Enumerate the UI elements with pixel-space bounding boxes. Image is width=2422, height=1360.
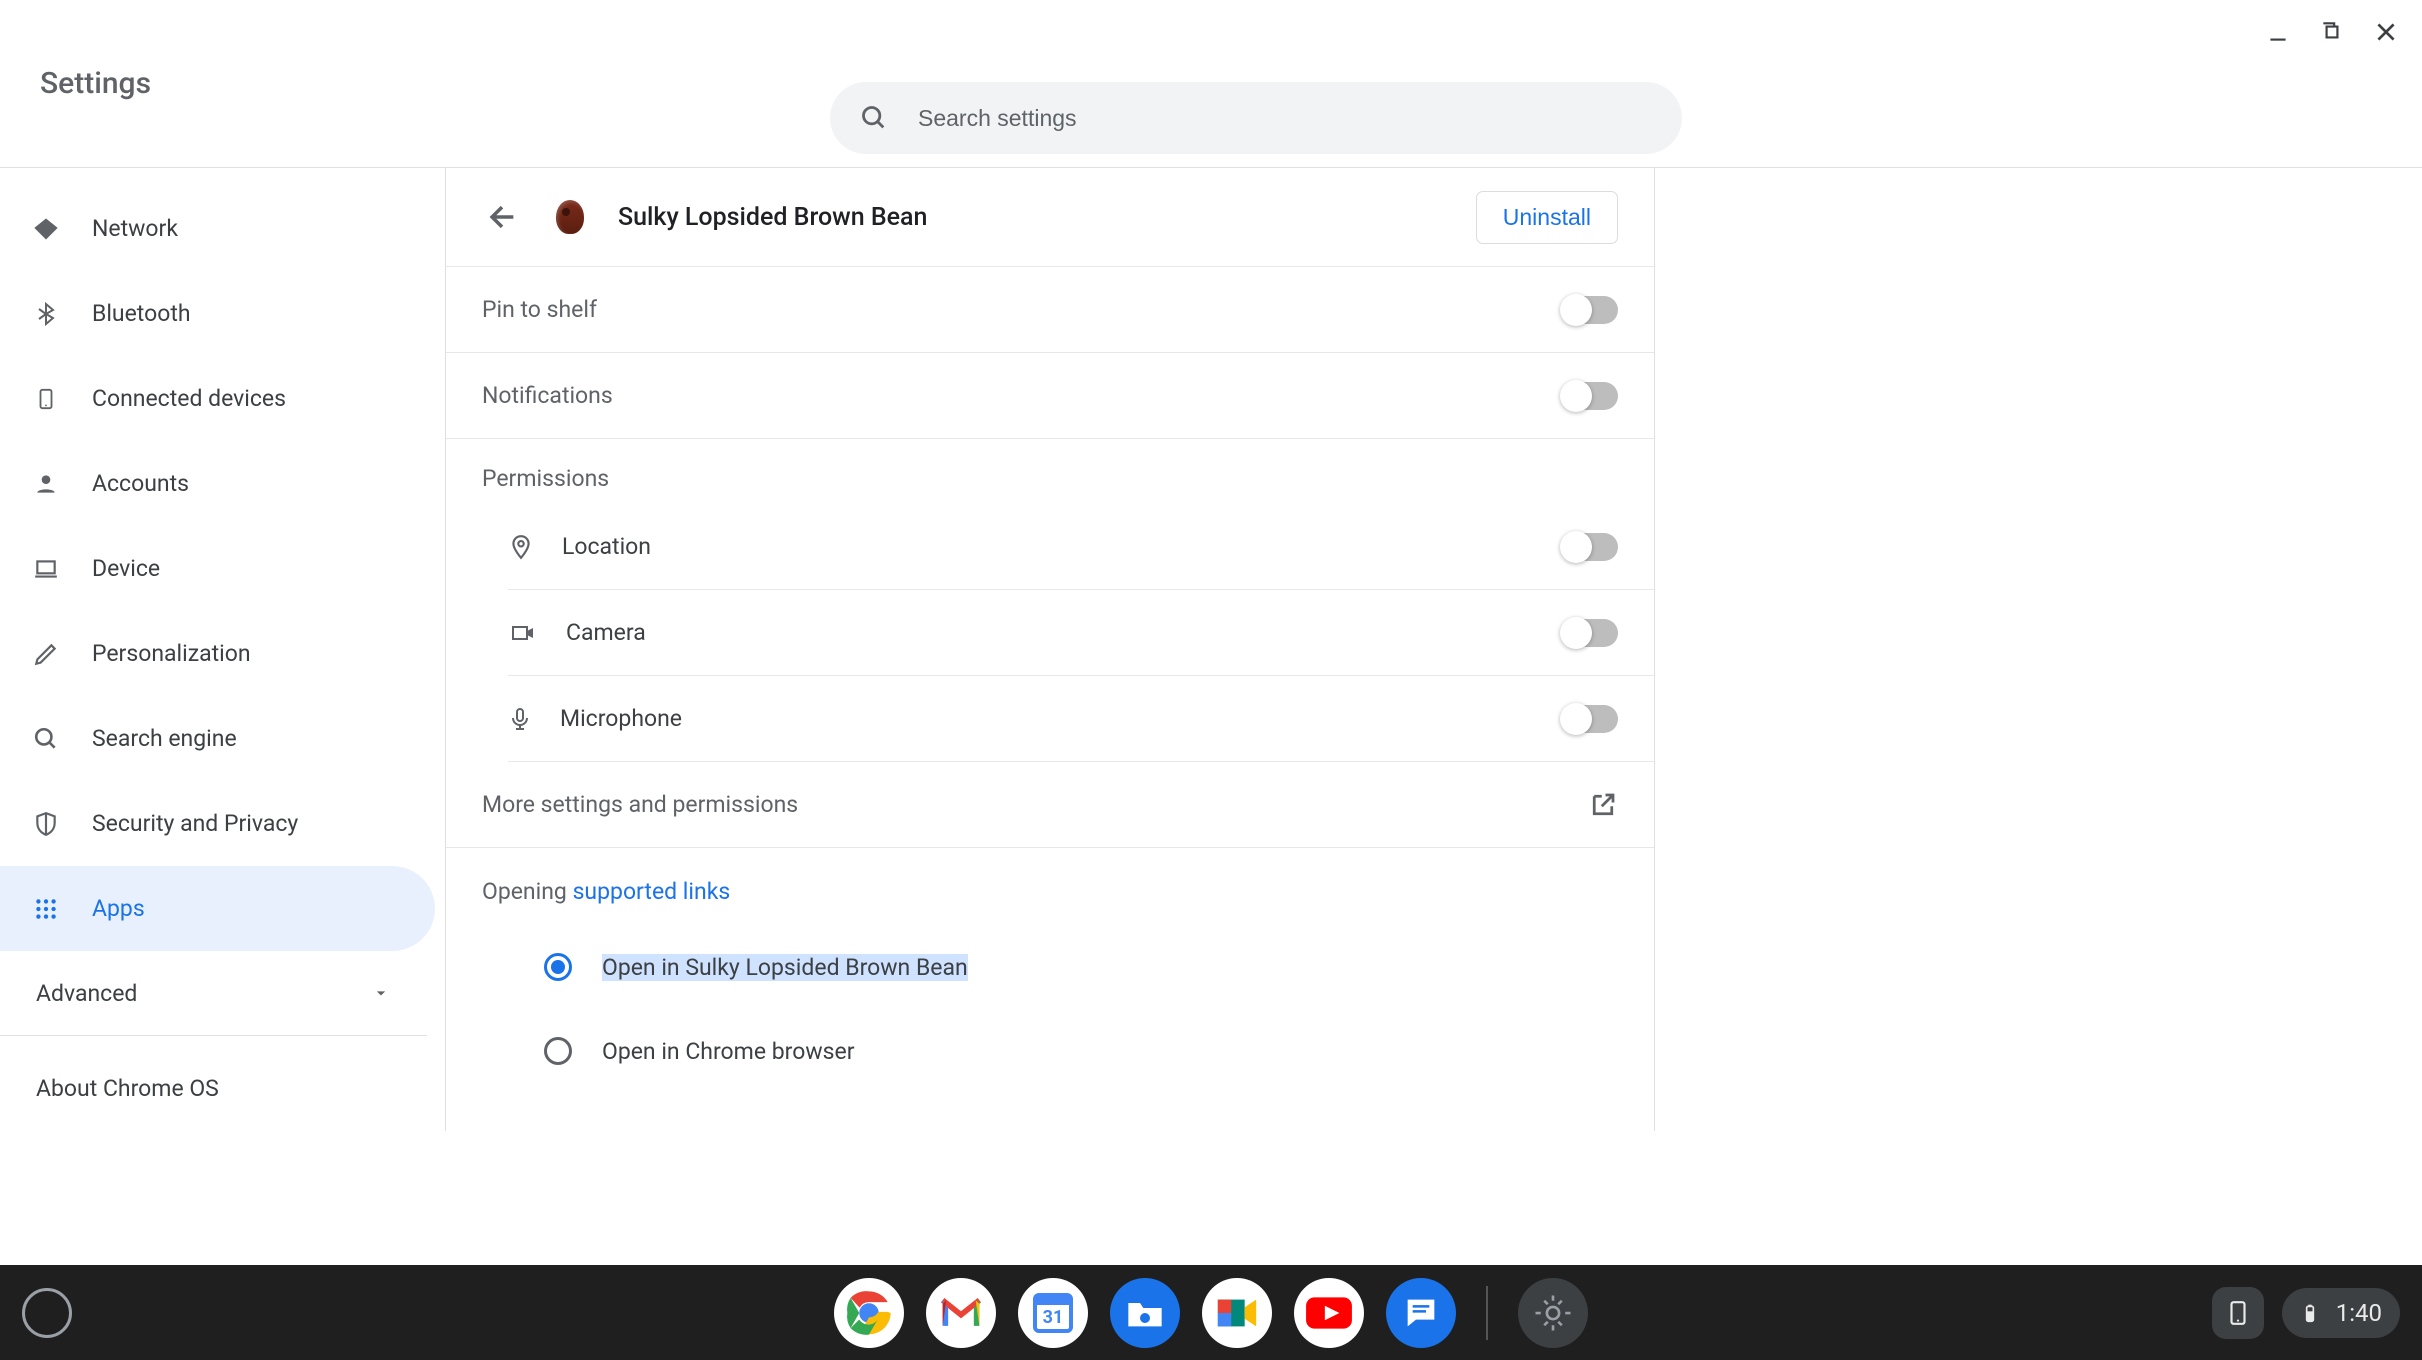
notifications-label: Notifications <box>482 382 613 409</box>
shield-icon <box>32 810 60 838</box>
chrome-os-shelf: 31 <box>0 1265 2422 1360</box>
sidebar-item-label: Network <box>92 215 178 242</box>
bluetooth-icon <box>32 300 60 328</box>
camera-icon <box>508 621 538 645</box>
app-detail-panel: Sulky Lopsided Brown Bean Uninstall Pin … <box>445 168 1655 1131</box>
shelf-app-chrome[interactable] <box>834 1278 904 1348</box>
tray-phone-hub[interactable] <box>2212 1287 2264 1339</box>
sidebar-item-label: Security and Privacy <box>92 810 298 837</box>
radio-button-icon <box>544 953 572 981</box>
sidebar-about-chrome-os[interactable]: About Chrome OS <box>0 1046 445 1131</box>
supported-links-link[interactable]: supported links <box>573 878 731 905</box>
sidebar-item-label: Search engine <box>92 725 237 752</box>
shelf-app-files[interactable] <box>1110 1278 1180 1348</box>
chevron-down-icon <box>371 983 391 1003</box>
uninstall-button[interactable]: Uninstall <box>1476 191 1618 244</box>
permission-camera-label: Camera <box>566 619 646 646</box>
radio-open-in-chrome-label: Open in Chrome browser <box>602 1038 854 1065</box>
status-tray[interactable]: 1:40 <box>2282 1288 2400 1338</box>
search-icon <box>860 104 888 132</box>
page-title: Settings <box>40 66 151 101</box>
apps-grid-icon <box>32 896 60 922</box>
radio-open-in-app-label: Open in Sulky Lopsided Brown Bean <box>602 954 968 981</box>
advanced-label: Advanced <box>36 980 137 1007</box>
laptop-icon <box>32 556 60 582</box>
sidebar-item-label: Device <box>92 555 160 582</box>
sidebar-item-label: Connected devices <box>92 385 286 412</box>
about-label: About Chrome OS <box>36 1075 219 1102</box>
opening-supported-links-heading: Opening supported links <box>446 848 1654 915</box>
more-settings-link[interactable]: More settings and permissions <box>446 762 1654 848</box>
app-icon <box>550 197 590 237</box>
sidebar-item-label: Apps <box>92 895 145 922</box>
sidebar-item-security-privacy[interactable]: Security and Privacy <box>0 781 435 866</box>
search-input[interactable] <box>918 105 1652 132</box>
sidebar-item-apps[interactable]: Apps <box>0 866 435 951</box>
shelf-app-settings[interactable] <box>1518 1278 1588 1348</box>
more-settings-label: More settings and permissions <box>482 791 798 818</box>
radio-button-icon <box>544 1037 572 1065</box>
search-settings-field[interactable] <box>830 82 1682 154</box>
person-icon <box>32 471 60 497</box>
microphone-icon <box>508 704 532 734</box>
svg-text:31: 31 <box>1043 1307 1064 1328</box>
pin-to-shelf-toggle[interactable] <box>1562 296 1618 324</box>
location-toggle[interactable] <box>1562 533 1618 561</box>
sidebar-item-label: Bluetooth <box>92 300 191 327</box>
permission-microphone-label: Microphone <box>560 705 682 732</box>
location-icon <box>508 532 534 562</box>
open-external-icon <box>1588 790 1618 820</box>
shelf-app-messages[interactable] <box>1386 1278 1456 1348</box>
settings-sidebar: Network Bluetooth Connected devices Acco… <box>0 168 445 1131</box>
sidebar-item-bluetooth[interactable]: Bluetooth <box>0 271 435 356</box>
shelf-app-gmail[interactable] <box>926 1278 996 1348</box>
launcher-button[interactable] <box>22 1288 72 1338</box>
pencil-icon <box>32 641 60 667</box>
radio-open-in-chrome[interactable]: Open in Chrome browser <box>544 1009 1654 1093</box>
sidebar-item-search-engine[interactable]: Search engine <box>0 696 435 781</box>
sidebar-item-device[interactable]: Device <box>0 526 435 611</box>
wifi-icon <box>32 215 60 243</box>
sidebar-advanced-toggle[interactable]: Advanced <box>0 951 427 1036</box>
camera-toggle[interactable] <box>1562 619 1618 647</box>
battery-icon <box>2300 1298 2320 1328</box>
phone-icon <box>32 385 60 413</box>
sidebar-item-label: Accounts <box>92 470 189 497</box>
search-icon <box>32 726 60 752</box>
sidebar-item-accounts[interactable]: Accounts <box>0 441 435 526</box>
shelf-app-youtube[interactable] <box>1294 1278 1364 1348</box>
pin-to-shelf-label: Pin to shelf <box>482 296 597 323</box>
sidebar-item-label: Personalization <box>92 640 251 667</box>
notifications-toggle[interactable] <box>1562 382 1618 410</box>
app-name-heading: Sulky Lopsided Brown Bean <box>618 203 1448 232</box>
permissions-heading: Permissions <box>482 465 609 492</box>
shelf-app-calendar[interactable]: 31 <box>1018 1278 1088 1348</box>
sidebar-item-network[interactable]: Network <box>0 186 435 271</box>
permission-location-label: Location <box>562 533 651 560</box>
shelf-separator <box>1486 1286 1488 1340</box>
sidebar-item-connected-devices[interactable]: Connected devices <box>0 356 435 441</box>
shelf-app-meet[interactable] <box>1202 1278 1272 1348</box>
microphone-toggle[interactable] <box>1562 705 1618 733</box>
radio-open-in-app[interactable]: Open in Sulky Lopsided Brown Bean <box>544 925 1654 1009</box>
back-button[interactable] <box>482 197 522 237</box>
clock-time: 1:40 <box>2336 1299 2382 1327</box>
opening-prefix: Opening <box>482 878 573 905</box>
sidebar-item-personalization[interactable]: Personalization <box>0 611 435 696</box>
